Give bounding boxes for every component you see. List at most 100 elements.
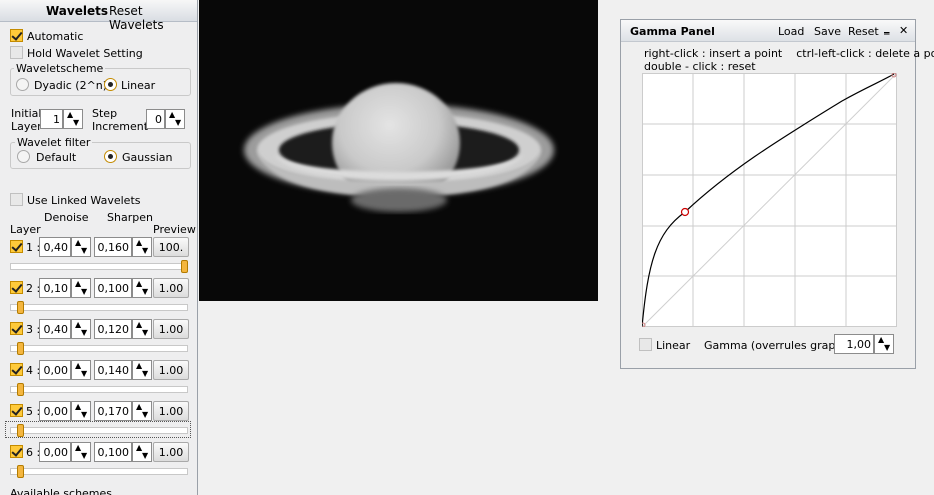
layer-1-checkbox[interactable] — [10, 240, 23, 253]
layer-3-sharpen-spinner[interactable] — [132, 319, 152, 339]
denoise-header: Denoise — [44, 211, 89, 224]
layer-1-slider[interactable] — [10, 260, 188, 273]
layer-5-denoise-input[interactable]: 0,00 — [39, 401, 71, 421]
load-button[interactable]: Load — [778, 25, 804, 38]
automatic-label: Automatic — [27, 30, 84, 43]
dyadic-label: Dyadic (2^n) — [34, 79, 108, 92]
initial-layer-spinner[interactable] — [63, 109, 83, 129]
hold-wavelet-checkbox[interactable] — [10, 46, 23, 59]
layer-4-slider-thumb[interactable] — [17, 383, 24, 396]
curve-control-point[interactable] — [680, 207, 690, 217]
saturn-image — [199, 0, 598, 301]
layer-6-sharpen-spinner[interactable] — [132, 442, 152, 462]
layer-6-sharpen-input[interactable]: 0,100 — [94, 442, 132, 462]
gamma-value-spinner[interactable] — [874, 334, 894, 354]
layer-6-slider[interactable] — [10, 465, 188, 478]
layer-2-slider-thumb[interactable] — [17, 301, 24, 314]
layer-5-denoise-spinner[interactable] — [71, 401, 91, 421]
gamma-hint-2: double - click : reset — [644, 60, 756, 73]
layer-5-sharpen-input[interactable]: 0,170 — [94, 401, 132, 421]
step-label-2: Increment — [92, 120, 149, 133]
layer-3-slider[interactable] — [10, 342, 188, 355]
gamma-curve-graph[interactable] — [640, 72, 898, 328]
waveletscheme-legend: Waveletscheme — [14, 62, 106, 75]
layer-4-checkbox[interactable] — [10, 363, 23, 376]
layer-2-slider[interactable] — [10, 301, 188, 314]
layer-4-sharpen-spinner[interactable] — [132, 360, 152, 380]
step-increment-spinner[interactable] — [165, 109, 185, 129]
layer-3-slider-thumb[interactable] — [17, 342, 24, 355]
layer-5-preview-button[interactable]: 1.00 — [153, 401, 189, 421]
layer-6-checkbox[interactable] — [10, 445, 23, 458]
layer-3-preview-button[interactable]: 1.00 — [153, 319, 189, 339]
gamma-panel: Gamma Panel Load Save Reset ‗ ✕ right-cl… — [620, 19, 934, 369]
layer-6-denoise-input[interactable]: 0,00 — [39, 442, 71, 462]
layer-5-checkbox[interactable] — [10, 404, 23, 417]
image-viewer[interactable] — [199, 0, 598, 301]
layer-1-sharpen-input[interactable]: 0,160 — [94, 237, 132, 257]
wavelets-header: Wavelets Reset Wavelets — [0, 0, 197, 32]
gamma-value-input[interactable]: 1,00 — [834, 334, 874, 354]
layer-3-denoise-input[interactable]: 0,40 — [39, 319, 71, 339]
layer-1-sharpen-spinner[interactable] — [132, 237, 152, 257]
layer-2-sharpen-input[interactable]: 0,100 — [94, 278, 132, 298]
layer-2-denoise-input[interactable]: 0,10 — [39, 278, 71, 298]
hold-wavelet-label: Hold Wavelet Setting — [27, 47, 143, 60]
layer-3-sharpen-input[interactable]: 0,120 — [94, 319, 132, 339]
close-icon[interactable]: ✕ — [899, 24, 908, 37]
linked-wavelets-checkbox[interactable] — [10, 193, 23, 206]
layer-2-preview-button[interactable]: 1.00 — [153, 278, 189, 298]
dyadic-radio[interactable] — [16, 78, 29, 91]
layer-header: Layer — [10, 223, 41, 236]
initial-layer-input[interactable]: 1 — [40, 109, 63, 129]
wavelets-panel: Wavelets Reset Wavelets Automatic Hold W… — [0, 0, 198, 495]
layer-4-slider[interactable] — [10, 383, 188, 396]
available-schemes-label: Available schemes — [10, 487, 113, 495]
layer-2-checkbox[interactable] — [10, 281, 23, 294]
linear-checkbox[interactable] — [639, 338, 652, 351]
automatic-checkbox[interactable] — [10, 29, 23, 42]
reset-button[interactable]: Reset — [848, 25, 879, 38]
layer-2-denoise-spinner[interactable] — [71, 278, 91, 298]
layer-5-sharpen-spinner[interactable] — [132, 401, 152, 421]
gamma-header: Gamma Panel Load Save Reset ‗ ✕ — [621, 20, 915, 42]
layer-6-slider-thumb[interactable] — [17, 465, 24, 478]
sharpen-header: Sharpen — [107, 211, 153, 224]
linear-label: Linear — [656, 339, 691, 352]
layer-3-denoise-spinner[interactable] — [71, 319, 91, 339]
linear-reference-line — [641, 72, 898, 328]
layer-1-preview-button[interactable]: 100. — [153, 237, 189, 257]
layer-1-denoise-input[interactable]: 0,40 — [39, 237, 71, 257]
gamma-title: Gamma Panel — [630, 25, 715, 38]
gamma-overrules-label: Gamma (overrules graph) — [704, 339, 847, 352]
layer-4-denoise-input[interactable]: 0,00 — [39, 360, 71, 380]
linked-wavelets-label: Use Linked Wavelets — [27, 194, 141, 207]
gamma-curve-svg — [640, 72, 898, 328]
filter-gaussian-radio[interactable] — [104, 150, 117, 163]
layer-4-preview-button[interactable]: 1.00 — [153, 360, 189, 380]
step-increment-input[interactable]: 0 — [146, 109, 165, 129]
reset-wavelets-button[interactable]: Reset Wavelets — [109, 4, 197, 32]
wavelets-title: Wavelets — [46, 4, 108, 18]
initial-label-2: Layer — [11, 120, 42, 133]
layer-6-denoise-spinner[interactable] — [71, 442, 91, 462]
initial-label-1: Initial — [11, 107, 42, 120]
linear-scheme-label: Linear — [121, 79, 156, 92]
linear-radio[interactable] — [104, 78, 117, 91]
minimize-icon[interactable]: ‗ — [884, 22, 890, 35]
filter-default-radio[interactable] — [17, 150, 30, 163]
filter-gaussian-label: Gaussian — [122, 151, 173, 164]
preview-header: Preview — [153, 223, 196, 236]
layer-4-sharpen-input[interactable]: 0,140 — [94, 360, 132, 380]
layer-5-focus-outline — [5, 421, 191, 438]
layer-1-denoise-spinner[interactable] — [71, 237, 91, 257]
layer-2-sharpen-spinner[interactable] — [132, 278, 152, 298]
wavelet-filter-legend: Wavelet filter — [15, 136, 93, 149]
layer-1-slider-thumb[interactable] — [181, 260, 188, 273]
step-label-1: Step — [92, 107, 118, 120]
save-button[interactable]: Save — [814, 25, 841, 38]
filter-default-label: Default — [36, 151, 77, 164]
layer-4-denoise-spinner[interactable] — [71, 360, 91, 380]
layer-6-preview-button[interactable]: 1.00 — [153, 442, 189, 462]
layer-3-checkbox[interactable] — [10, 322, 23, 335]
